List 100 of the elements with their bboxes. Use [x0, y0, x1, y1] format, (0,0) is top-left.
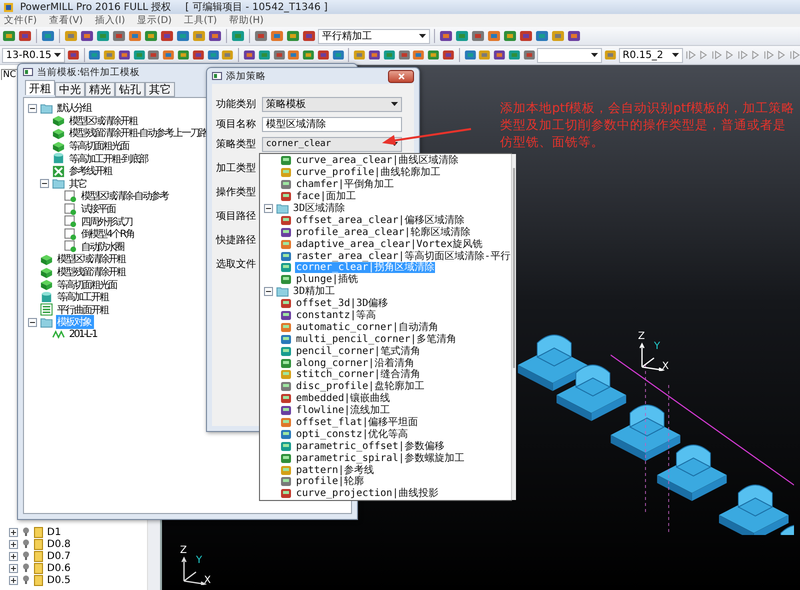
bulb-icon[interactable] [22, 539, 30, 549]
tree-item[interactable]: 自动防水圈 [80, 240, 126, 254]
strategy-option[interactable]: chamfer|平倒角加工 [295, 179, 396, 190]
toolbar-icon[interactable] [147, 48, 160, 62]
expander-icon[interactable] [264, 204, 273, 213]
strategy-option[interactable]: pattern|参考线 [295, 464, 376, 476]
toolbar-icon[interactable] [258, 48, 270, 62]
expander-icon[interactable] [28, 104, 37, 113]
toolbar-icon[interactable] [132, 48, 146, 62]
playback-icon[interactable] [762, 49, 774, 61]
toolbar-icon[interactable] [302, 29, 316, 43]
strategy-option[interactable]: profile|轮廓 [295, 476, 366, 488]
strategy-option[interactable]: plunge|插铣 [295, 274, 360, 286]
strategy-option[interactable]: curve_area_clear|曲线区域清除 [295, 155, 460, 166]
toolbar-icon[interactable] [160, 29, 174, 43]
tab[interactable]: 钻孔 [115, 82, 145, 97]
expander-icon[interactable] [9, 540, 18, 548]
expander-icon[interactable] [9, 552, 18, 560]
close-button[interactable] [388, 70, 414, 82]
playback-icon[interactable] [776, 49, 787, 61]
toolbar-icon[interactable] [103, 48, 116, 62]
strategy-option[interactable]: stitch_corner|缝合清角 [295, 369, 422, 380]
toolbar-icon[interactable] [66, 48, 80, 62]
tab[interactable]: 中光 [55, 82, 85, 97]
expander-icon[interactable] [9, 564, 18, 572]
tree-item[interactable]: 参考线开粗 [68, 164, 114, 178]
tool-name[interactable]: D0.5 [47, 574, 71, 586]
toolbar-icon[interactable] [208, 29, 222, 43]
toolbar-icon[interactable] [503, 29, 517, 43]
toolbar-icon[interactable] [270, 29, 284, 43]
tree-item[interactable]: 等高加工开粗-到底部 [68, 152, 151, 166]
toolbar-icon[interactable] [177, 48, 190, 62]
expander-icon[interactable] [9, 576, 18, 584]
tab[interactable]: 开粗 [25, 80, 55, 95]
playback-icon[interactable] [698, 49, 710, 61]
toolbar-icon[interactable] [412, 48, 426, 62]
toolbar-icon[interactable] [493, 48, 506, 62]
toolbar-icon[interactable] [128, 29, 142, 43]
toolbar-icon[interactable] [231, 29, 245, 43]
strategy-option[interactable]: curve_projection|曲线投影 [295, 488, 440, 500]
toolbar-icon[interactable] [439, 29, 453, 43]
menu-item[interactable]: 查看(V) [48, 14, 83, 27]
toolbar-icon[interactable] [64, 29, 78, 43]
strategy-option[interactable]: offset_3d|3D偏移 [295, 298, 390, 310]
strategy-option[interactable]: profile_area_clear|轮廓区域清除 [295, 226, 472, 238]
toolbar-icon[interactable] [96, 29, 110, 43]
toolbar-icon[interactable] [144, 29, 158, 43]
strategy-option[interactable]: offset_area_clear|偏移区域清除 [295, 214, 466, 226]
tree-item[interactable]: 倒模型4个R角 [80, 227, 137, 242]
bulb-icon[interactable] [22, 551, 30, 561]
playback-icon[interactable] [685, 49, 696, 61]
tool-name[interactable]: D0.6 [47, 562, 71, 574]
tree-item[interactable]: 模型区域清除开粗 [56, 252, 128, 266]
toolbar-icon[interactable] [272, 48, 286, 62]
bulb-icon[interactable] [22, 527, 30, 537]
toolbar-icon[interactable] [118, 48, 131, 62]
toolbar-icon[interactable] [604, 48, 617, 62]
toolbar-icon[interactable] [162, 48, 175, 62]
toolbar-icon[interactable] [286, 29, 300, 43]
tool-name[interactable]: D1 [47, 526, 62, 538]
toolbar-icon[interactable] [176, 29, 190, 43]
tab[interactable]: 其它 [145, 82, 175, 97]
toolbar-icon[interactable] [332, 48, 344, 62]
playback-icon[interactable] [750, 49, 761, 61]
playback-icon[interactable] [724, 49, 736, 61]
strategy-option[interactable]: multi_pencil_corner|多笔清角 [295, 334, 458, 345]
strategy-option[interactable]: disc_profile|盘轮廓加工 [295, 381, 426, 392]
input-field[interactable]: 模型区域清除 [262, 116, 402, 132]
toolbar-icon[interactable] [41, 29, 55, 43]
toolbar-icon[interactable] [221, 48, 234, 62]
tree-item[interactable]: 四周外形试刀 [80, 214, 135, 229]
toolbar-icon[interactable] [522, 48, 536, 62]
tree-item[interactable]: 201-L-1 [68, 329, 100, 340]
menu-item[interactable]: 文件(F) [4, 14, 37, 27]
strategy-option[interactable]: curve_profile|曲线轮廓加工 [295, 167, 442, 178]
toolbar-icon[interactable] [18, 29, 32, 43]
bulb-icon[interactable] [22, 563, 30, 573]
tab[interactable]: 精光 [85, 82, 115, 97]
toolbar-icon[interactable] [88, 48, 102, 62]
toolbar-icon[interactable] [192, 29, 206, 43]
strategy-group[interactable]: 3D精加工 [292, 286, 336, 298]
toolbar-icon[interactable] [487, 29, 501, 43]
strategy-option[interactable]: opti_constz|优化等高 [295, 428, 410, 440]
tree-item[interactable]: 模型区域清除开粗 [68, 114, 140, 128]
strategy-option[interactable]: along_corner|沿着清角 [295, 358, 416, 369]
strategy-group[interactable]: 3D区域清除 [292, 203, 346, 214]
toolbar-icon[interactable] [455, 29, 469, 43]
toolbar-icon[interactable] [478, 48, 492, 62]
tree-item[interactable]: 平行曲面开粗 [56, 302, 111, 317]
expander-icon[interactable] [40, 179, 49, 188]
toolbar-icon[interactable] [535, 29, 549, 43]
toolbar-icon[interactable] [353, 48, 366, 62]
tree-item[interactable]: 等高加工开粗 [56, 290, 111, 304]
boundary-dropdown[interactable]: R0.15_2 [618, 48, 684, 62]
toolbar-icon[interactable] [287, 48, 300, 62]
toolbar-icon[interactable] [427, 48, 440, 62]
toolbar-icon[interactable] [206, 48, 220, 62]
strategy-option[interactable]: parametric_spiral|参数螺旋加工 [295, 452, 466, 464]
toolbar-icon[interactable] [519, 29, 533, 43]
expander-icon[interactable] [264, 287, 273, 296]
